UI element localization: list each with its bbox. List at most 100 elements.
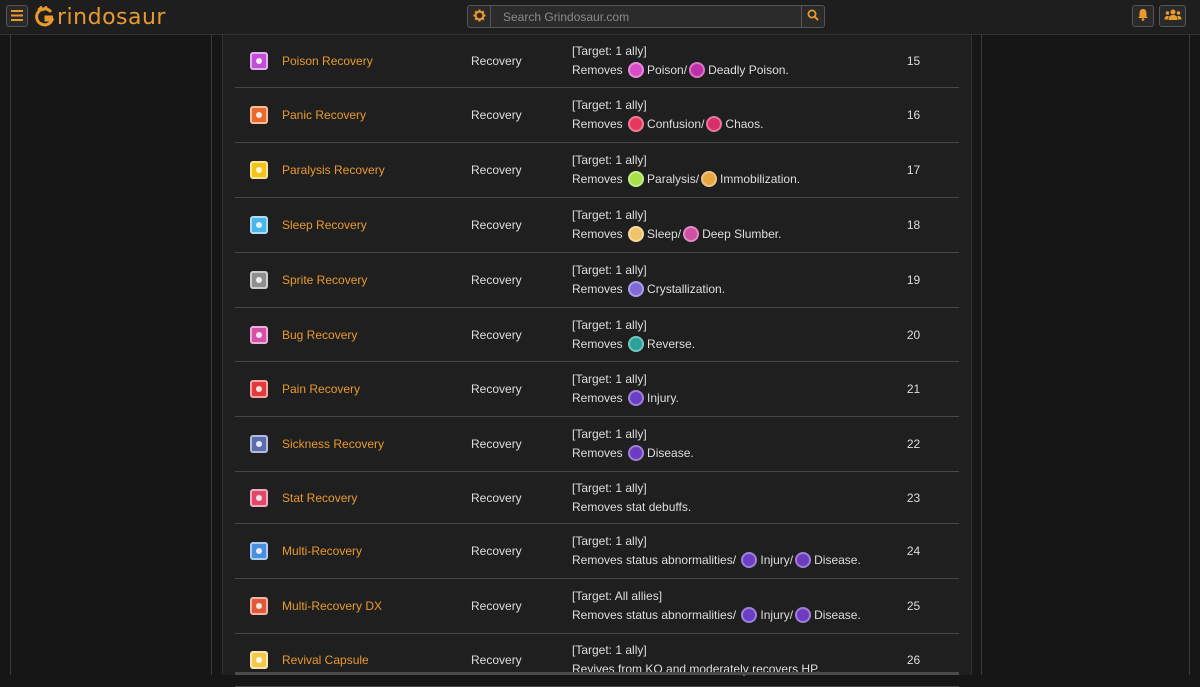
injury-icon [741, 552, 758, 568]
effect-text: Deep Slumber. [702, 227, 782, 241]
item-icon-cell [235, 87, 282, 143]
item-level: 23 [868, 471, 959, 524]
table-row[interactable]: Sprite Recovery Recovery [Target: 1 ally] R… [235, 252, 959, 308]
menu-button[interactable] [6, 5, 28, 27]
item-icon-cell [235, 142, 282, 198]
confusion-icon [628, 116, 645, 132]
effect-text: Confusion/ [647, 117, 705, 131]
effect-text: Removes [572, 172, 623, 186]
table-row[interactable]: Pain Recovery Recovery [Target: 1 ally] Rem… [235, 361, 959, 417]
effect-text: Sleep/ [647, 227, 682, 241]
item-level: 20 [868, 307, 959, 362]
injury-icon [628, 390, 645, 406]
community-button[interactable] [1159, 5, 1186, 27]
item-name-link[interactable]: Pain Recovery [282, 382, 360, 396]
item-icon-cell [235, 471, 282, 524]
item-effect: Removes stat debuffs. [572, 498, 868, 517]
effect-text: Disease. [647, 446, 694, 460]
item-effect: Revives from KO and moderately recovers … [572, 660, 868, 679]
table-row[interactable]: Stat Recovery Recovery [Target: 1 ally] Rem… [235, 471, 959, 524]
search-settings-button[interactable] [467, 5, 491, 28]
effect-text: Reverse. [647, 336, 696, 351]
table-row[interactable]: Multi-Recovery Recovery [Target: 1 ally] Re… [235, 523, 959, 579]
reverse-icon [628, 335, 645, 352]
group-icon [1164, 9, 1182, 24]
search-button[interactable] [801, 5, 825, 28]
item-name-link[interactable]: Sickness Recovery [282, 437, 384, 451]
paralysis-icon [628, 171, 645, 187]
effect-text: Removes [572, 227, 623, 241]
item-icon-cell [235, 197, 282, 253]
item-category: Recovery [471, 361, 572, 417]
item-effect: Removes Injury. [572, 389, 868, 408]
item-effect: Removes status abnormalities/ Injury/Dis… [572, 551, 868, 570]
item-target: [Target: 1 ally] [572, 427, 647, 441]
item-name-cell: Revival Capsule [282, 633, 471, 687]
sleep-recovery-icon [249, 216, 268, 234]
table-row[interactable]: Multi-Recovery DX Recovery [Target: All al… [235, 578, 959, 634]
item-target: [Target: 1 ally] [572, 480, 647, 495]
effect-text: Immobilization. [720, 172, 801, 186]
item-level: 17 [868, 142, 959, 198]
immobilization-icon [701, 171, 718, 187]
items-table: Poison Recovery Recovery [Target: 1 ally] R… [235, 35, 959, 687]
item-category: Recovery [471, 307, 572, 362]
pain-recovery-icon [249, 380, 268, 398]
site-logo[interactable]: rindosaur [34, 4, 166, 30]
item-description: [Target: 1 ally] Removes stat debuffs. [572, 471, 868, 524]
search-input[interactable] [491, 5, 801, 28]
table-row[interactable]: Panic Recovery Recovery [Target: 1 ally] Re… [235, 87, 959, 143]
notifications-button[interactable] [1132, 5, 1154, 27]
item-effect: Removes Reverse. [572, 335, 868, 354]
item-category: Recovery [471, 252, 572, 308]
item-name-link[interactable]: Bug Recovery [282, 328, 357, 342]
item-description: [Target: 1 ally] Removes Injury. [572, 361, 868, 417]
item-name-link[interactable]: Stat Recovery [282, 491, 357, 505]
item-level: 25 [868, 578, 959, 634]
item-target: [Target: 1 ally] [572, 208, 647, 222]
item-description: [Target: All allies] Removes status abnor… [572, 578, 868, 634]
item-name-link[interactable]: Poison Recovery [282, 54, 373, 68]
injury-icon [741, 607, 758, 623]
item-name-link[interactable]: Multi-Recovery DX [282, 599, 382, 613]
item-icon-cell [235, 35, 282, 88]
item-name-cell: Poison Recovery [282, 35, 471, 88]
table-row[interactable]: Bug Recovery Recovery [Target: 1 ally] Remo… [235, 307, 959, 362]
item-name-link[interactable]: Sprite Recovery [282, 273, 367, 287]
poison-icon [628, 62, 645, 78]
item-name-link[interactable]: Paralysis Recovery [282, 163, 385, 177]
item-level: 21 [868, 361, 959, 417]
dinosaur-g-icon [34, 5, 56, 28]
sprite-recovery-icon [249, 271, 268, 289]
item-name-link[interactable]: Revival Capsule [282, 653, 369, 667]
table-row[interactable]: Sleep Recovery Recovery [Target: 1 ally] Re… [235, 197, 959, 253]
multi-recovery-dx-icon [249, 597, 268, 615]
item-level: 26 [868, 633, 959, 687]
table-row[interactable]: Sickness Recovery Recovery [Target: 1 ally… [235, 416, 959, 472]
item-description: [Target: 1 ally] Removes status abnormali… [572, 523, 868, 579]
item-category: Recovery [471, 142, 572, 198]
effect-text: Paralysis/ [647, 172, 700, 186]
effect-text: Disease. [814, 553, 861, 567]
effect-text: Removes status abnormalities/ [572, 553, 737, 567]
table-row[interactable]: Revival Capsule Recovery [Target: 1 ally] R… [235, 633, 959, 687]
item-target: [Target: 1 ally] [572, 44, 647, 58]
logo-text: rindosaur [57, 4, 166, 30]
item-name-link[interactable]: Multi-Recovery [282, 544, 362, 558]
item-name-cell: Panic Recovery [282, 87, 471, 143]
item-name-link[interactable]: Sleep Recovery [282, 218, 367, 232]
item-name-link[interactable]: Panic Recovery [282, 108, 366, 122]
item-description: [Target: 1 ally] Removes Sleep/Deep Slumb… [572, 197, 868, 253]
bug-recovery-icon [249, 325, 268, 344]
chaos-icon [706, 116, 723, 132]
table-row[interactable]: Poison Recovery Recovery [Target: 1 ally] R… [235, 35, 959, 88]
effect-text: Removes [572, 336, 623, 351]
panic-recovery-icon [249, 106, 268, 124]
right-column-border [1189, 35, 1190, 675]
item-name-cell: Sickness Recovery [282, 416, 471, 472]
table-row[interactable]: Paralysis Recovery Recovery [Target: 1 all… [235, 142, 959, 198]
effect-text: Deadly Poison. [708, 63, 789, 77]
effect-text: Crystallization. [647, 282, 726, 296]
effect-text: Removes [572, 63, 623, 77]
effect-text: Removes status abnormalities/ [572, 608, 737, 622]
